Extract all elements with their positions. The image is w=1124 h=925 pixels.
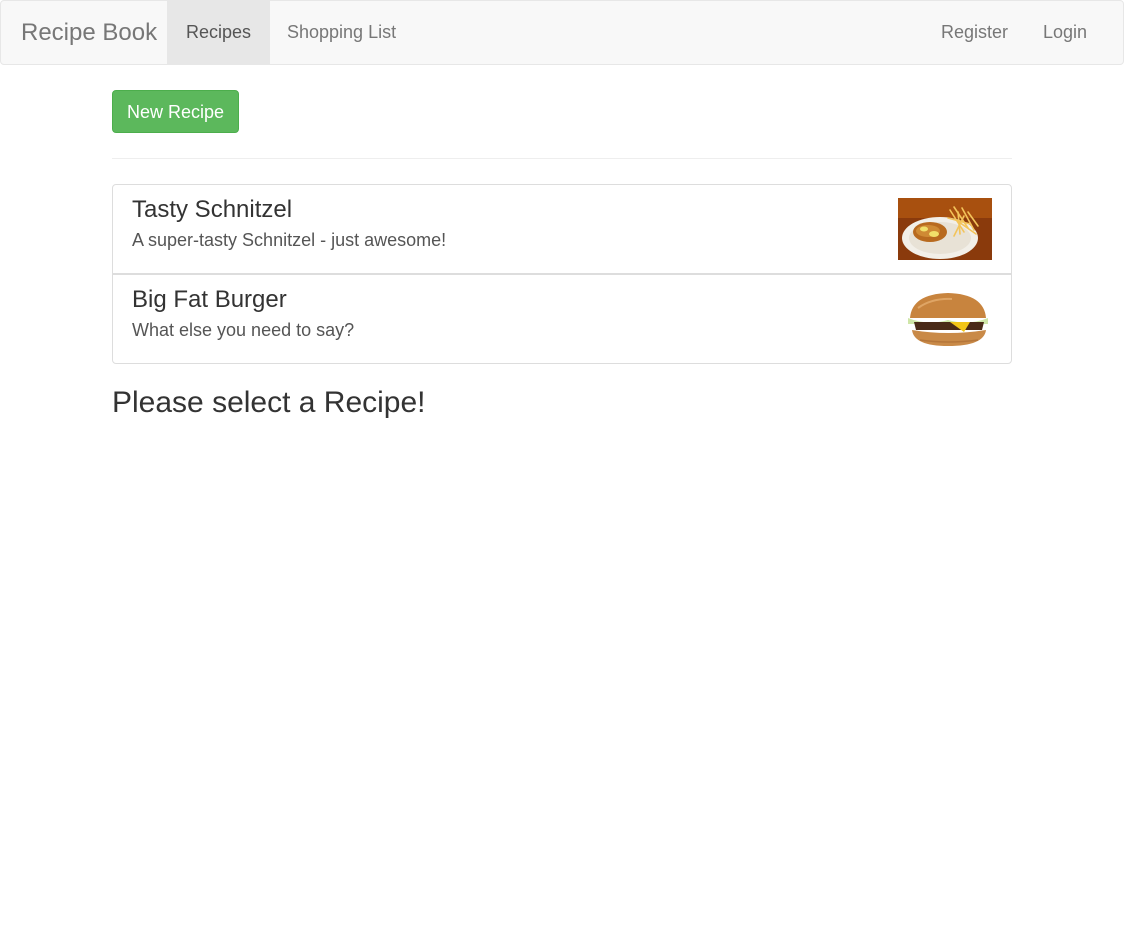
recipe-list-item[interactable]: Tasty Schnitzel A super-tasty Schnitzel … <box>112 184 1012 274</box>
nav-link-recipes[interactable]: Recipes <box>167 1 271 64</box>
recipe-description: A super-tasty Schnitzel - just awesome! <box>132 230 447 250</box>
select-recipe-placeholder: Please select a Recipe! <box>112 386 426 419</box>
recipe-description: What else you need to say? <box>132 320 355 340</box>
nav-link-login[interactable]: Login <box>1024 1 1106 64</box>
recipe-name: Big Fat Burger <box>132 286 287 313</box>
recipe-name: Tasty Schnitzel <box>132 196 293 223</box>
new-recipe-button[interactable]: New Recipe <box>112 90 239 133</box>
nav-link-register[interactable]: Register <box>922 1 1027 64</box>
brand-link[interactable]: Recipe Book <box>21 1 157 64</box>
recipe-list-item[interactable]: Big Fat Burger What else you need to say… <box>112 274 1012 364</box>
divider <box>112 158 1012 159</box>
burger-image <box>898 288 992 350</box>
schnitzel-image <box>898 198 992 260</box>
top-navbar: Recipe Book Recipes Shopping List Regist… <box>0 0 1124 65</box>
nav-link-shopping-list[interactable]: Shopping List <box>268 1 415 64</box>
